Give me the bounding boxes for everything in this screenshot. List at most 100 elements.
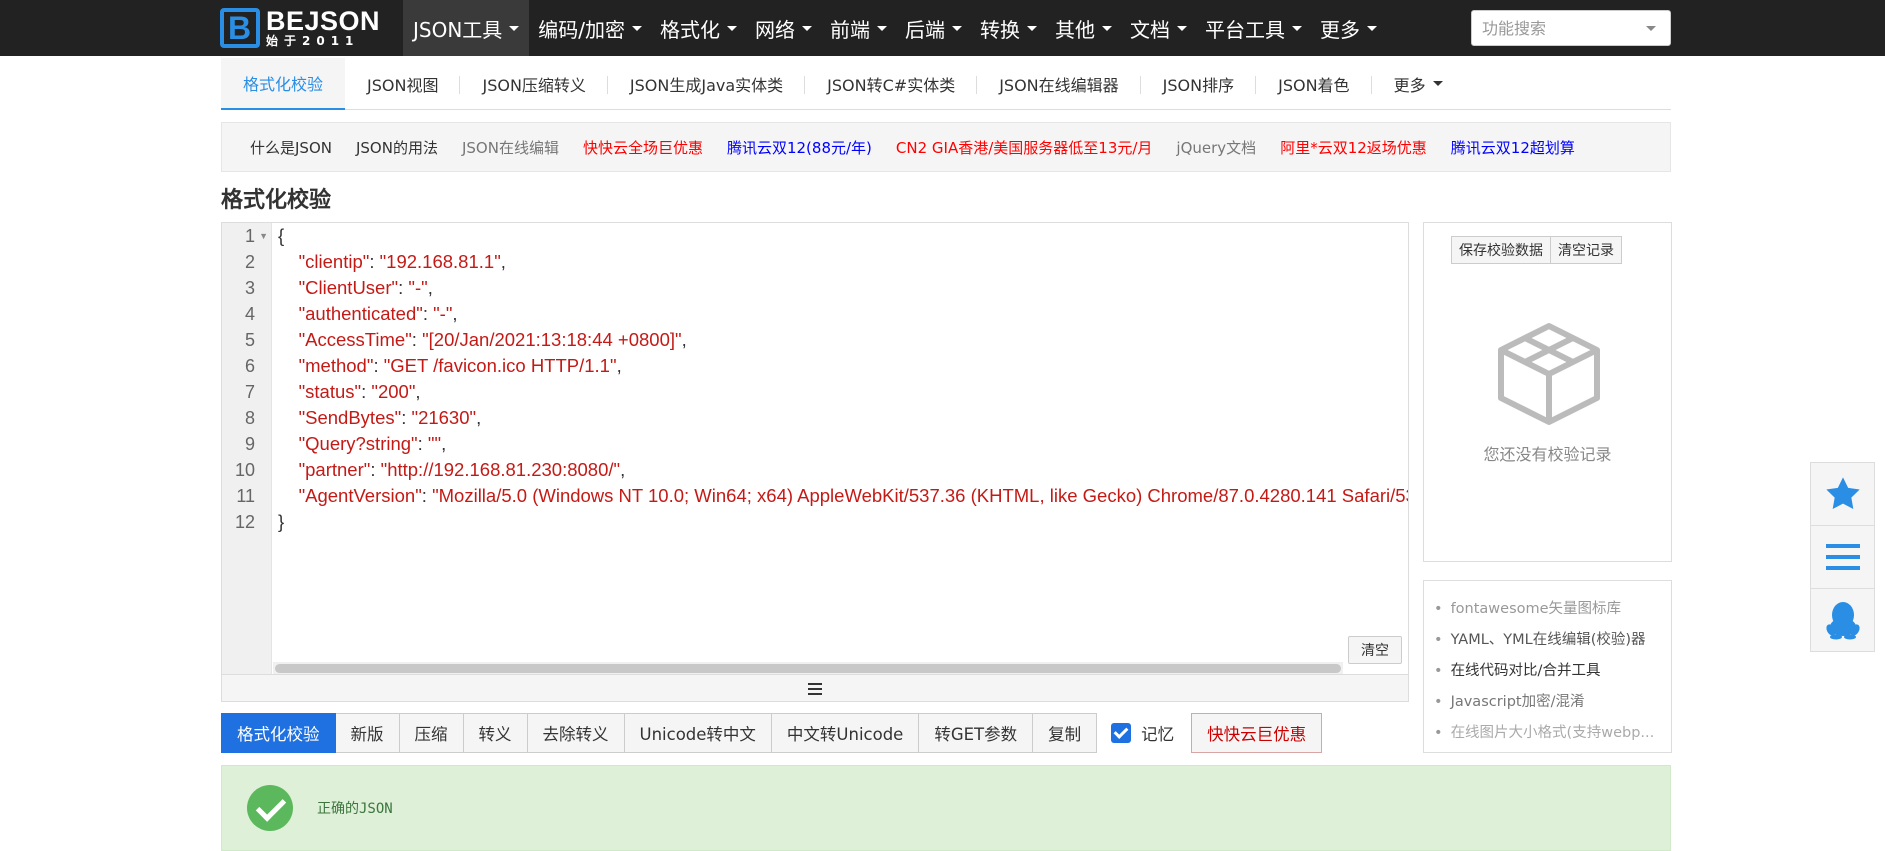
editor-resize-handle[interactable] (222, 674, 1408, 701)
subtab-label: JSON在线编辑器 (999, 75, 1119, 95)
floating-toolbar (1810, 462, 1875, 652)
code-area[interactable]: { "clientip": "192.168.81.1", "ClientUse… (278, 223, 1408, 663)
action-bar: 格式化校验 新版 压缩 转义 去除转义 Unicode转中文 中文转Unicode 转GET参… (221, 713, 1323, 753)
line-number: 6 (222, 353, 271, 379)
subtab-4[interactable]: JSON转C#实体类 (805, 58, 978, 110)
action-button-8[interactable]: 复制 (1033, 713, 1098, 753)
empty-box-icon (1498, 323, 1600, 425)
clear-history-button[interactable]: 清空记录 (1551, 236, 1622, 264)
empty-history-text: 您还没有校验记录 (1483, 445, 1612, 464)
chevron-down-icon (1027, 25, 1038, 31)
json-editor[interactable]: 1 ▼ 2 3 4 5 6 7 8 9 10 11 12 { "clientip": "192.168.… (221, 222, 1409, 702)
subtab-3[interactable]: JSON生成Java实体类 (608, 58, 806, 110)
subtab-8[interactable]: 更多 (1372, 58, 1465, 110)
json-value: http://192.168.81.230:8080/ (387, 459, 614, 480)
quick-link[interactable]: JSON在线编辑 (462, 137, 559, 158)
action-button-7[interactable]: 转GET参数 (919, 713, 1034, 753)
memory-toggle[interactable]: 记忆 (1111, 721, 1174, 745)
line-number: 5 (222, 327, 271, 353)
nav-item-7[interactable]: 其他 (1046, 0, 1121, 56)
logo[interactable]: B BEJSON 始于2011 (220, 6, 380, 50)
action-button-1[interactable]: 新版 (335, 713, 400, 753)
quick-link[interactable]: 腾讯云双12超划算 (1451, 137, 1575, 158)
line-number: 9 (222, 431, 271, 457)
subtab-1[interactable]: JSON视图 (345, 58, 461, 110)
action-button-0[interactable]: 格式化校验 (221, 713, 336, 753)
line-number-text: 12 (234, 512, 255, 532)
tool-link[interactable]: 在线代码对比/合并工具 (1434, 656, 1661, 687)
quick-link[interactable]: JSON的用法 (356, 137, 438, 158)
quick-link[interactable]: 阿里*云双12返场优惠 (1280, 137, 1427, 158)
line-number-text: 5 (244, 330, 255, 350)
json-key: method (305, 355, 367, 376)
nav-item-0[interactable]: JSON工具 (403, 0, 530, 56)
tool-link[interactable]: Javascript加密/混淆 (1434, 687, 1661, 718)
line-number-text: 2 (244, 252, 255, 272)
nav-item-4[interactable]: 前端 (821, 0, 896, 56)
logo-name: BEJSON (266, 6, 381, 36)
tool-link[interactable]: YAML、YML在线编辑(校验)器 (1434, 625, 1661, 656)
nav-item-10[interactable]: 更多 (1311, 0, 1386, 56)
tool-link[interactable]: 在线图片大小格式(支持webp... (1434, 718, 1661, 749)
quick-link[interactable]: 什么是JSON (250, 137, 332, 158)
code-line: "partner": "http://192.168.81.230:8080/"… (298, 459, 626, 480)
nav-item-8[interactable]: 文档 (1121, 0, 1196, 56)
horizontal-scrollbar[interactable] (273, 662, 1343, 674)
subtab-label: JSON排序 (1162, 75, 1235, 95)
line-number-text: 1 (244, 226, 255, 246)
nav-item-label: 编码/加密 (538, 17, 626, 42)
save-check-data-button[interactable]: 保存校验数据 (1451, 236, 1551, 264)
memory-label: 记忆 (1141, 725, 1175, 744)
nav-item-9[interactable]: 平台工具 (1196, 0, 1311, 56)
tool-link[interactable]: fontawesome矢量图标库 (1434, 594, 1661, 625)
nav-item-label: 格式化 (660, 17, 721, 42)
json-value: [20/Jan/2021:13:18:44 +0800] (428, 329, 676, 350)
code-line: { (278, 223, 1408, 249)
scrollbar-thumb[interactable] (275, 664, 1341, 673)
nav-item-1[interactable]: 编码/加密 (529, 0, 651, 56)
subtab-0[interactable]: 格式化校验 (221, 57, 346, 110)
nav-item-6[interactable]: 转换 (971, 0, 1046, 56)
chevron-down-icon (1367, 25, 1378, 31)
code-line: } (278, 509, 1408, 535)
fold-arrow-icon[interactable]: ▼ (259, 223, 268, 249)
action-button-2[interactable]: 压缩 (399, 713, 464, 753)
action-button-5[interactable]: Unicode转中文 (624, 713, 772, 753)
code-line: "SendBytes": "21630", (298, 407, 482, 428)
json-key: AccessTime (305, 329, 406, 350)
star-icon (1825, 477, 1860, 509)
subtab-5[interactable]: JSON在线编辑器 (977, 58, 1142, 110)
function-search-input[interactable] (1472, 13, 1642, 43)
code-line: "ClientUser": "-", (298, 277, 433, 298)
chevron-down-icon (1432, 81, 1443, 86)
action-button-3[interactable]: 转义 (463, 713, 528, 753)
nav-item-label: JSON工具 (413, 17, 503, 42)
chevron-down-icon[interactable] (1646, 25, 1656, 31)
quick-link[interactable]: 快快云全场巨优惠 (583, 137, 703, 158)
line-number: 1 ▼ (222, 223, 271, 249)
quick-link[interactable]: 腾讯云双12(88元/年) (727, 137, 872, 158)
menu-button[interactable] (1811, 526, 1874, 589)
json-key: clientip (305, 251, 363, 272)
brace: { (278, 225, 285, 246)
qq-contact-button[interactable] (1811, 589, 1874, 651)
nav-item-2[interactable]: 格式化 (651, 0, 746, 56)
nav-item-label: 网络 (755, 17, 796, 42)
json-key: status (305, 381, 355, 402)
memory-checkbox[interactable] (1111, 723, 1132, 743)
quick-link[interactable]: jQuery文档 (1176, 137, 1256, 158)
subtab-7[interactable]: JSON着色 (1256, 58, 1373, 110)
nav-item-5[interactable]: 后端 (896, 0, 971, 56)
action-button-4[interactable]: 去除转义 (527, 713, 625, 753)
action-button-6[interactable]: 中文转Unicode (771, 713, 920, 753)
favorite-button[interactable] (1811, 463, 1874, 526)
chevron-down-icon (1177, 25, 1188, 31)
json-key: AgentVersion (305, 485, 416, 506)
quick-link[interactable]: CN2 GIA香港/美国服务器低至13元/月 (896, 137, 1153, 158)
promo-button[interactable]: 快快云巨优惠 (1191, 713, 1323, 753)
function-search[interactable] (1471, 10, 1671, 46)
nav-item-3[interactable]: 网络 (746, 0, 821, 56)
subtab-6[interactable]: JSON排序 (1141, 58, 1257, 110)
subtab-2[interactable]: JSON压缩转义 (460, 58, 609, 110)
clear-editor-button[interactable]: 清空 (1348, 636, 1402, 664)
